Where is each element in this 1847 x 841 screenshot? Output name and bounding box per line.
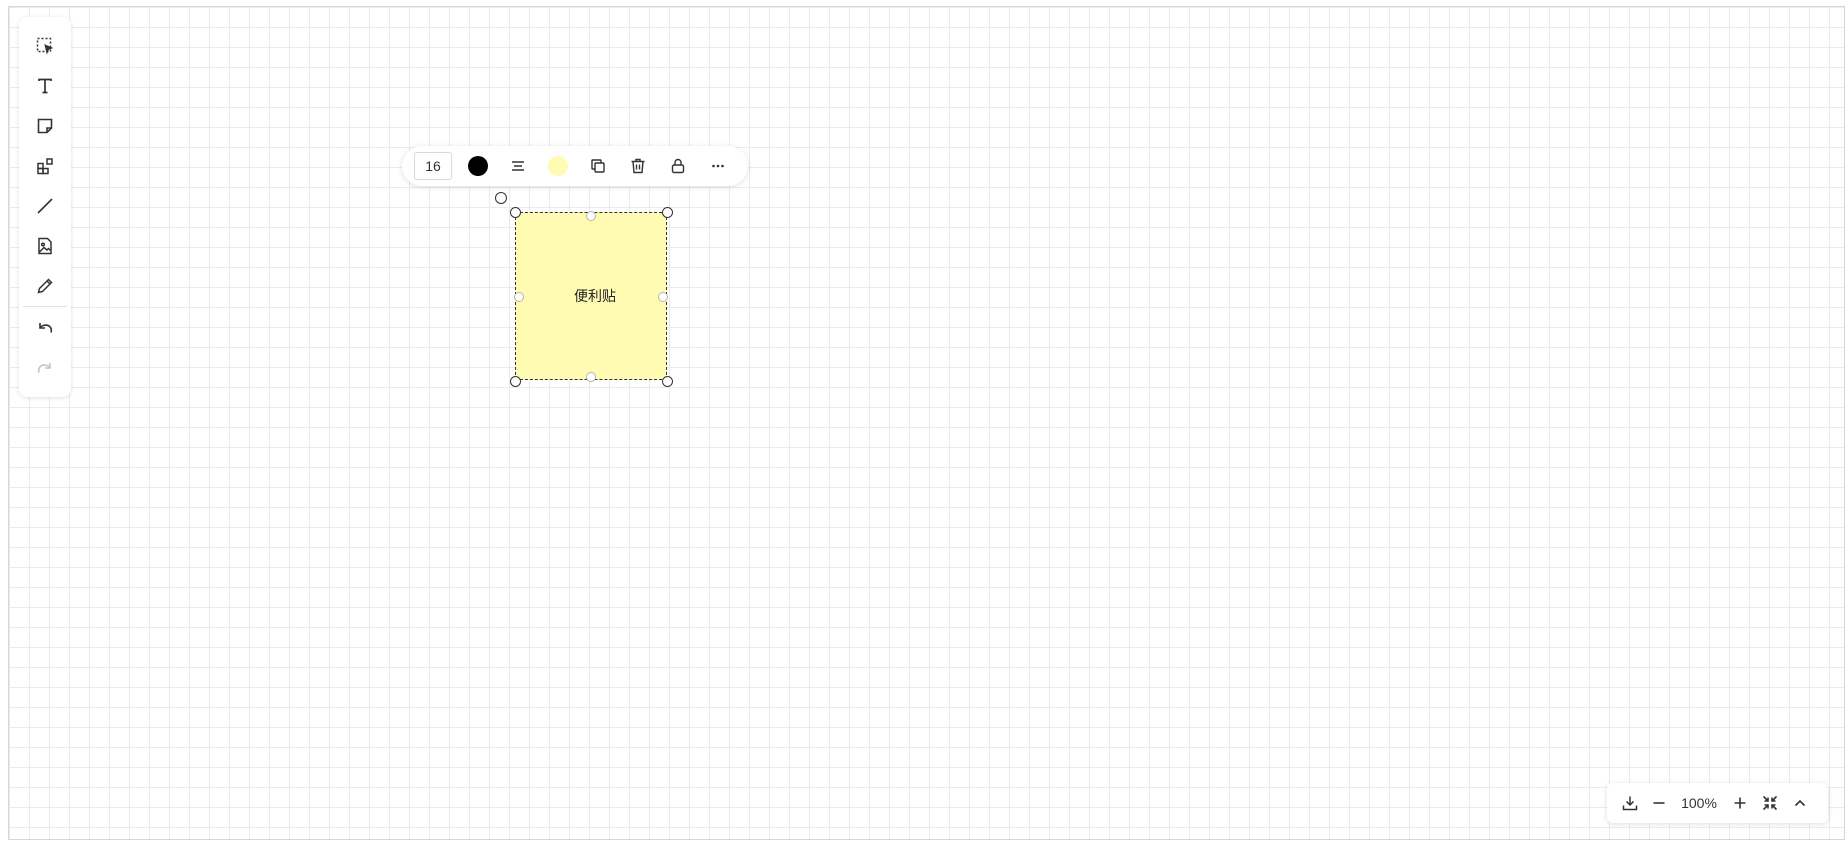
zoom-out-button[interactable] xyxy=(1647,791,1671,815)
pen-icon xyxy=(37,278,53,294)
text-icon xyxy=(38,78,52,94)
more-button[interactable] xyxy=(704,152,732,180)
text-tool-button[interactable] xyxy=(29,70,61,102)
font-size-input[interactable]: 16 xyxy=(414,152,452,180)
sticky-note-tool-button[interactable] xyxy=(29,110,61,142)
delete-icon xyxy=(631,158,645,174)
lock-button[interactable] xyxy=(664,152,692,180)
redo-icon xyxy=(37,363,51,373)
download-button[interactable] xyxy=(1618,791,1642,815)
whiteboard-canvas[interactable] xyxy=(8,6,1845,840)
text-color-swatch xyxy=(468,156,488,176)
select-tool-button[interactable] xyxy=(29,30,61,62)
collapse-icon xyxy=(1794,799,1806,807)
undo-icon xyxy=(39,323,53,333)
toolbar-divider xyxy=(23,306,67,307)
resize-handle-bottom-left[interactable] xyxy=(510,376,521,387)
resize-handle-top-left[interactable] xyxy=(510,207,521,218)
fill-color-swatch xyxy=(548,156,568,176)
connector-handle-bottom[interactable] xyxy=(586,372,596,382)
copy-button[interactable] xyxy=(584,152,612,180)
sticky-note-text[interactable]: 便利贴 xyxy=(574,286,616,306)
fill-color-button[interactable] xyxy=(544,152,572,180)
zoom-in-icon xyxy=(1734,797,1746,809)
connector-handle-top[interactable] xyxy=(586,211,596,221)
shapes-tool-button[interactable] xyxy=(29,150,61,182)
rotate-handle[interactable] xyxy=(495,192,507,204)
sticky-note[interactable]: 便利贴 xyxy=(515,212,667,380)
shapes-icon xyxy=(37,158,53,175)
text-align-button[interactable] xyxy=(504,152,532,180)
collapse-button[interactable] xyxy=(1788,791,1812,815)
zoom-out-icon xyxy=(1653,802,1665,804)
fit-screen-button[interactable] xyxy=(1758,791,1782,815)
pen-tool-button[interactable] xyxy=(29,270,61,302)
left-toolbar xyxy=(19,17,71,397)
download-icon xyxy=(1622,796,1638,811)
connector-handle-right[interactable] xyxy=(658,292,668,302)
connector-handle-left[interactable] xyxy=(514,292,524,302)
undo-button[interactable] xyxy=(29,313,61,345)
text-color-button[interactable] xyxy=(464,152,492,180)
fit-screen-icon xyxy=(1762,795,1778,811)
zoom-controls: 100% xyxy=(1607,783,1828,823)
resize-handle-top-right[interactable] xyxy=(662,207,673,218)
align-center-icon xyxy=(512,161,524,171)
copy-icon xyxy=(591,159,605,173)
element-toolbar: 16 xyxy=(402,146,748,186)
zoom-level-display[interactable]: 100% xyxy=(1675,791,1723,815)
line-tool-button[interactable] xyxy=(29,190,61,222)
select-icon xyxy=(36,37,54,55)
more-icon xyxy=(712,164,724,168)
delete-button[interactable] xyxy=(624,152,652,180)
redo-button[interactable] xyxy=(29,353,61,385)
sticky-note-icon xyxy=(37,118,53,134)
image-icon xyxy=(38,237,52,255)
lock-icon xyxy=(671,158,685,174)
line-icon xyxy=(37,198,53,214)
image-tool-button[interactable] xyxy=(29,230,61,262)
resize-handle-bottom-right[interactable] xyxy=(662,376,673,387)
zoom-in-button[interactable] xyxy=(1728,791,1752,815)
